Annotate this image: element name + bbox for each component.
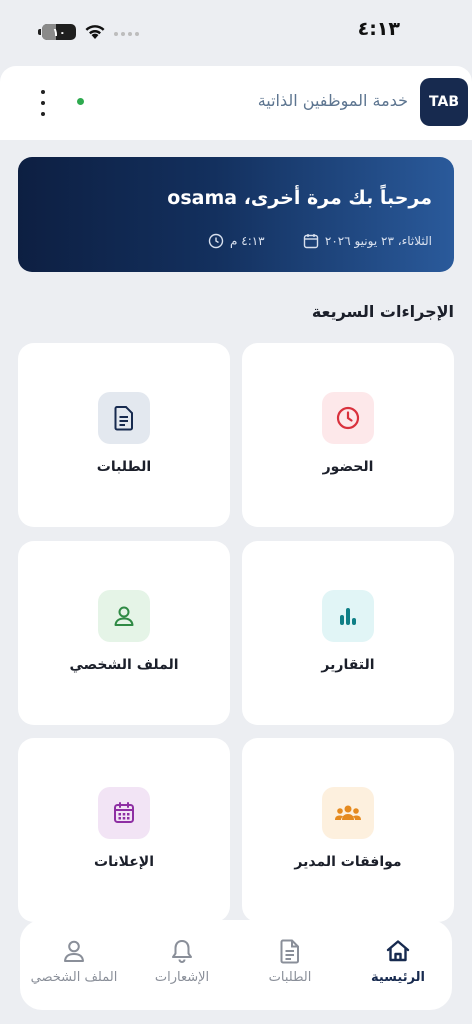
nav-profile[interactable]: الملف الشخصي <box>20 938 128 998</box>
home-icon <box>386 940 410 962</box>
reports-label: التقارير <box>321 657 375 673</box>
profile-tile[interactable]: الملف الشخصي <box>18 541 230 725</box>
app-title: خدمة الموظفين الذاتية <box>257 91 408 110</box>
manager-approvals-label: موافقات المدير <box>294 854 402 870</box>
clock-icon <box>208 233 224 249</box>
wifi-icon <box>85 25 105 39</box>
nav-requests-label: الطلبات <box>268 970 312 985</box>
clock-icon <box>322 392 374 444</box>
battery-level: ١٠ <box>52 25 66 39</box>
nav-profile-label: الملف الشخصي <box>30 970 118 985</box>
nav-notifications-label: الإشعارات <box>154 970 210 985</box>
quick-actions-title: الإجراءات السريعة <box>311 302 454 321</box>
nav-home[interactable]: الرئيسية <box>344 938 452 998</box>
bar-chart-icon <box>322 590 374 642</box>
status-time: ٤:١٣ <box>357 18 400 40</box>
nav-requests[interactable]: الطلبات <box>236 938 344 998</box>
attendance-tile[interactable]: الحضور <box>242 343 454 527</box>
welcome-greeting: مرحباً بك مرة أخرى، osama <box>167 187 432 209</box>
app-logo: TAB <box>420 78 468 126</box>
document-icon <box>98 392 150 444</box>
reports-tile[interactable]: التقارير <box>242 541 454 725</box>
calendar-icon <box>98 787 150 839</box>
time-text: ٤:١٣ م <box>230 234 265 248</box>
requests-tile[interactable]: الطلبات <box>18 343 230 527</box>
welcome-card: مرحباً بك مرة أخرى، osama الثلاثاء، ٢٣ ي… <box>18 157 454 272</box>
attendance-label: الحضور <box>322 459 374 475</box>
nav-notifications[interactable]: الإشعارات <box>128 938 236 998</box>
team-icon <box>322 787 374 839</box>
welcome-time: ٤:١٣ م <box>208 233 265 249</box>
bottom-nav: الرئيسية الطلبات الإشعارات الملف الشخصي <box>20 920 452 1010</box>
welcome-date: الثلاثاء، ٢٣ يونيو ٢٠٢٦ <box>303 233 432 249</box>
bell-icon <box>172 940 192 963</box>
document-icon <box>280 939 299 964</box>
app-header: TAB خدمة الموظفين الذاتية <box>0 66 472 140</box>
nav-home-label: الرئيسية <box>370 970 426 985</box>
cellular-signal-icon <box>114 32 139 36</box>
online-status-dot <box>77 98 84 105</box>
manager-approvals-tile[interactable]: موافقات المدير <box>242 738 454 922</box>
announcements-tile[interactable]: الإعلانات <box>18 738 230 922</box>
user-icon <box>98 590 150 642</box>
status-bar: ١٠ ٤:١٣ <box>0 0 472 62</box>
announcements-label: الإعلانات <box>94 854 154 870</box>
more-menu-icon[interactable] <box>36 90 50 116</box>
profile-label: الملف الشخصي <box>69 657 179 673</box>
date-text: الثلاثاء، ٢٣ يونيو ٢٠٢٦ <box>324 234 432 248</box>
calendar-icon <box>303 234 319 249</box>
requests-label: الطلبات <box>96 459 152 475</box>
user-icon <box>64 940 84 962</box>
battery-icon: ١٠ <box>38 24 76 40</box>
